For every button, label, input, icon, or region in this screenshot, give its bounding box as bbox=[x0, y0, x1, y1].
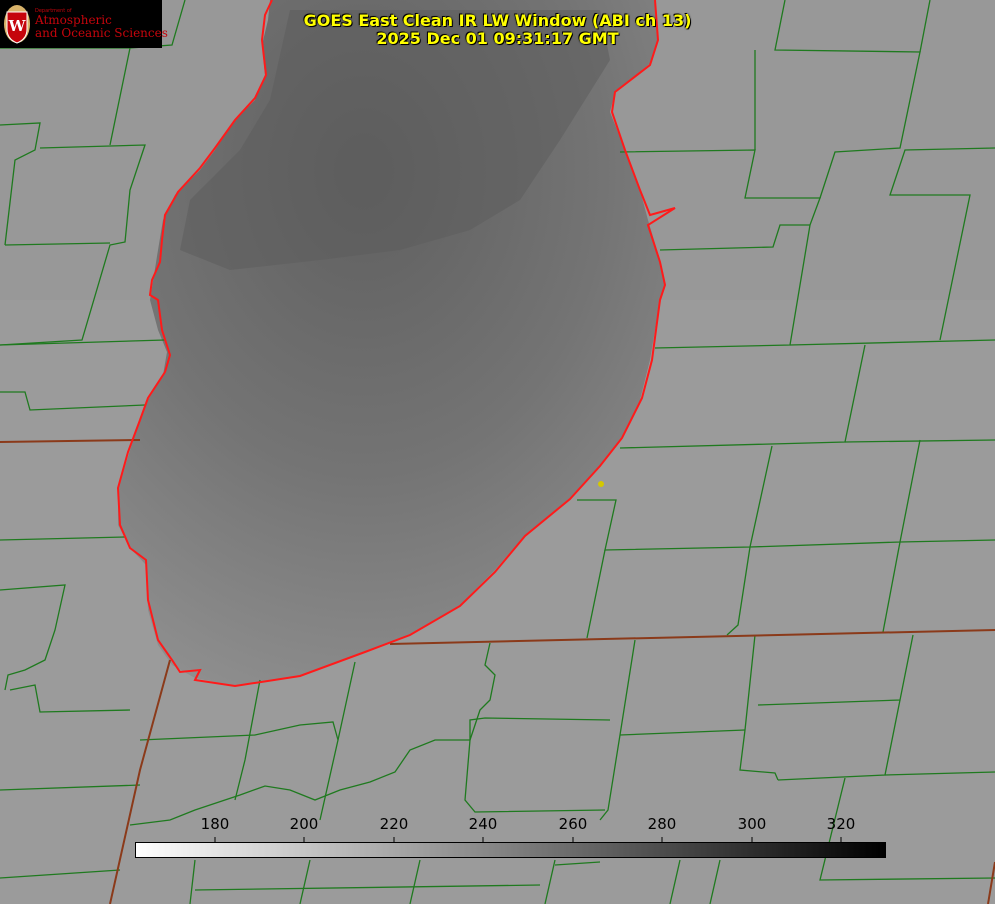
colorbar-frame bbox=[135, 842, 886, 858]
colorbar-tick-label: 320 bbox=[826, 815, 856, 833]
colorbar-tick-label: 220 bbox=[379, 815, 409, 833]
uw-crest-icon: W bbox=[4, 5, 30, 44]
colorbar-tick-label: 280 bbox=[647, 815, 677, 833]
satellite-map bbox=[0, 0, 995, 904]
crest-letter: W bbox=[8, 17, 27, 35]
aos-logo: W Department of Atmospheric and Oceanic … bbox=[0, 0, 168, 48]
colorbar-tick-label: 240 bbox=[468, 815, 498, 833]
colorbar-tick-label: 200 bbox=[289, 815, 319, 833]
location-marker bbox=[598, 481, 604, 487]
colorbar-tick-label: 180 bbox=[200, 815, 230, 833]
colorbar-tick-label: 260 bbox=[558, 815, 588, 833]
logo-line-2: and Oceanic Sciences bbox=[35, 26, 168, 40]
colorbar-tick-label: 300 bbox=[737, 815, 767, 833]
satellite-image-frame: 180 200 220 240 260 280 300 320 GOES Eas… bbox=[0, 0, 995, 904]
